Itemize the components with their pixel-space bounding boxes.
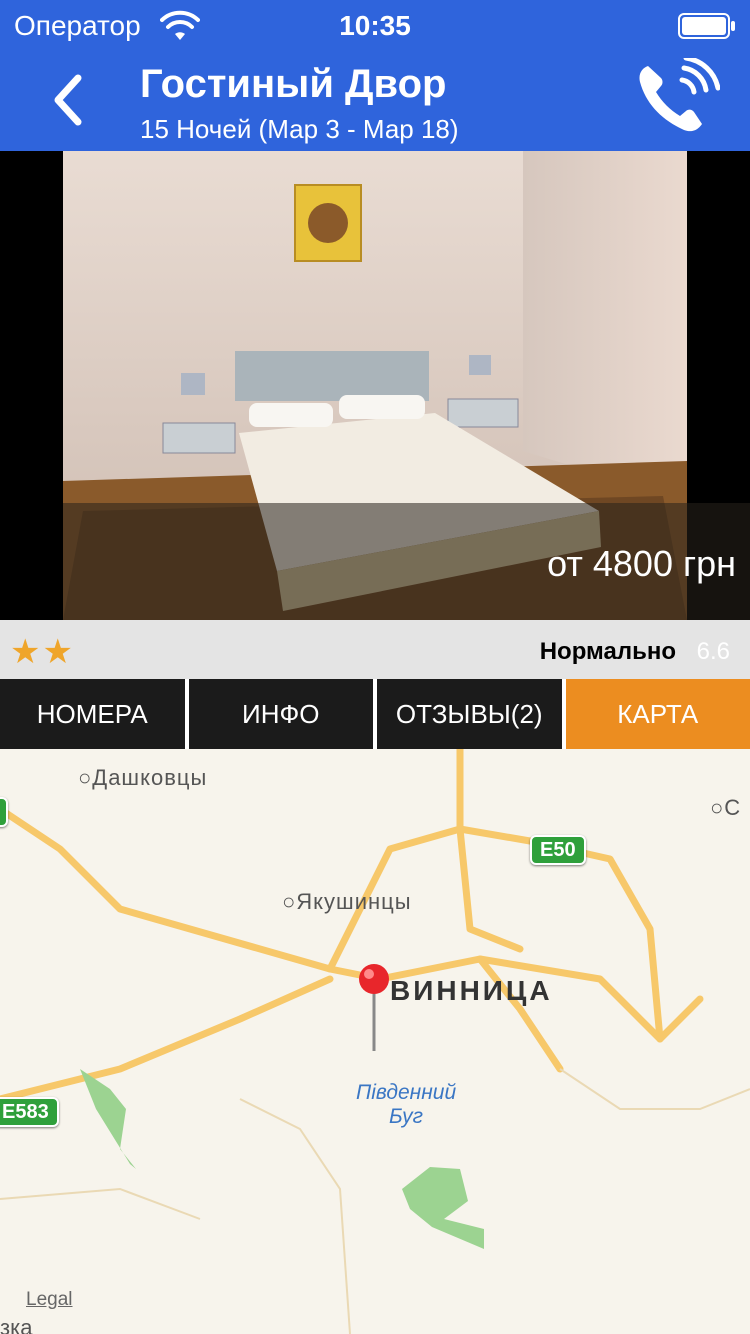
price-label: от 4800 грн — [547, 543, 736, 584]
tab-map[interactable]: КАРТА — [565, 679, 750, 749]
photo-area: от 4800 грн — [0, 151, 750, 620]
rating-label: Нормально — [539, 638, 676, 665]
hotel-title: Гостиный Двор — [140, 62, 447, 106]
road-shield-e583: E583 — [0, 1097, 59, 1127]
battery-icon — [678, 13, 735, 39]
map-place-yakushintsy: ○Якушинцы — [282, 889, 412, 914]
map-place-dashkovtsy: ○Дашковцы — [78, 765, 208, 790]
back-chevron-icon[interactable] — [46, 72, 90, 128]
star-rating: ★★ — [10, 633, 75, 671]
road-shield-e50: E50 — [530, 835, 586, 865]
map-place-edge: ○С — [710, 795, 742, 820]
status-bar: Оператор 10:35 — [0, 0, 750, 52]
city-label: ВИННИЦА — [390, 975, 553, 1006]
road-shield-edge — [0, 797, 8, 827]
header: Оператор 10:35 Гостиный Двор 15 Ночей (М… — [0, 0, 750, 151]
tab-rooms[interactable]: НОМЕРА — [0, 679, 185, 749]
phone-call-icon[interactable] — [632, 58, 720, 140]
tab-reviews[interactable]: ОТЗЫВЫ(2) — [377, 679, 562, 749]
tab-bar: НОМЕРА ИНФО ОТЗЫВЫ(2) КАРТА — [0, 679, 750, 749]
price-overlay: от 4800 грн — [63, 503, 750, 620]
legal-link[interactable]: Legal — [26, 1289, 73, 1311]
map-edge-label: зка — [0, 1315, 33, 1334]
stay-dates: 15 Ночей (Мар 3 - Мар 18) — [140, 114, 459, 144]
tab-info[interactable]: ИНФО — [188, 679, 373, 749]
river-label: Південний Буг — [356, 1081, 457, 1128]
rating-score: 6.6 — [696, 638, 730, 665]
clock: 10:35 — [339, 10, 411, 41]
map-pin-icon[interactable] — [357, 963, 391, 1055]
map-view[interactable]: ○Дашковцы ○Якушинцы ○С E50 E583 ВИННИЦА … — [0, 749, 750, 1334]
rating-bar: ★★ Нормально 6.6 — [0, 620, 750, 679]
